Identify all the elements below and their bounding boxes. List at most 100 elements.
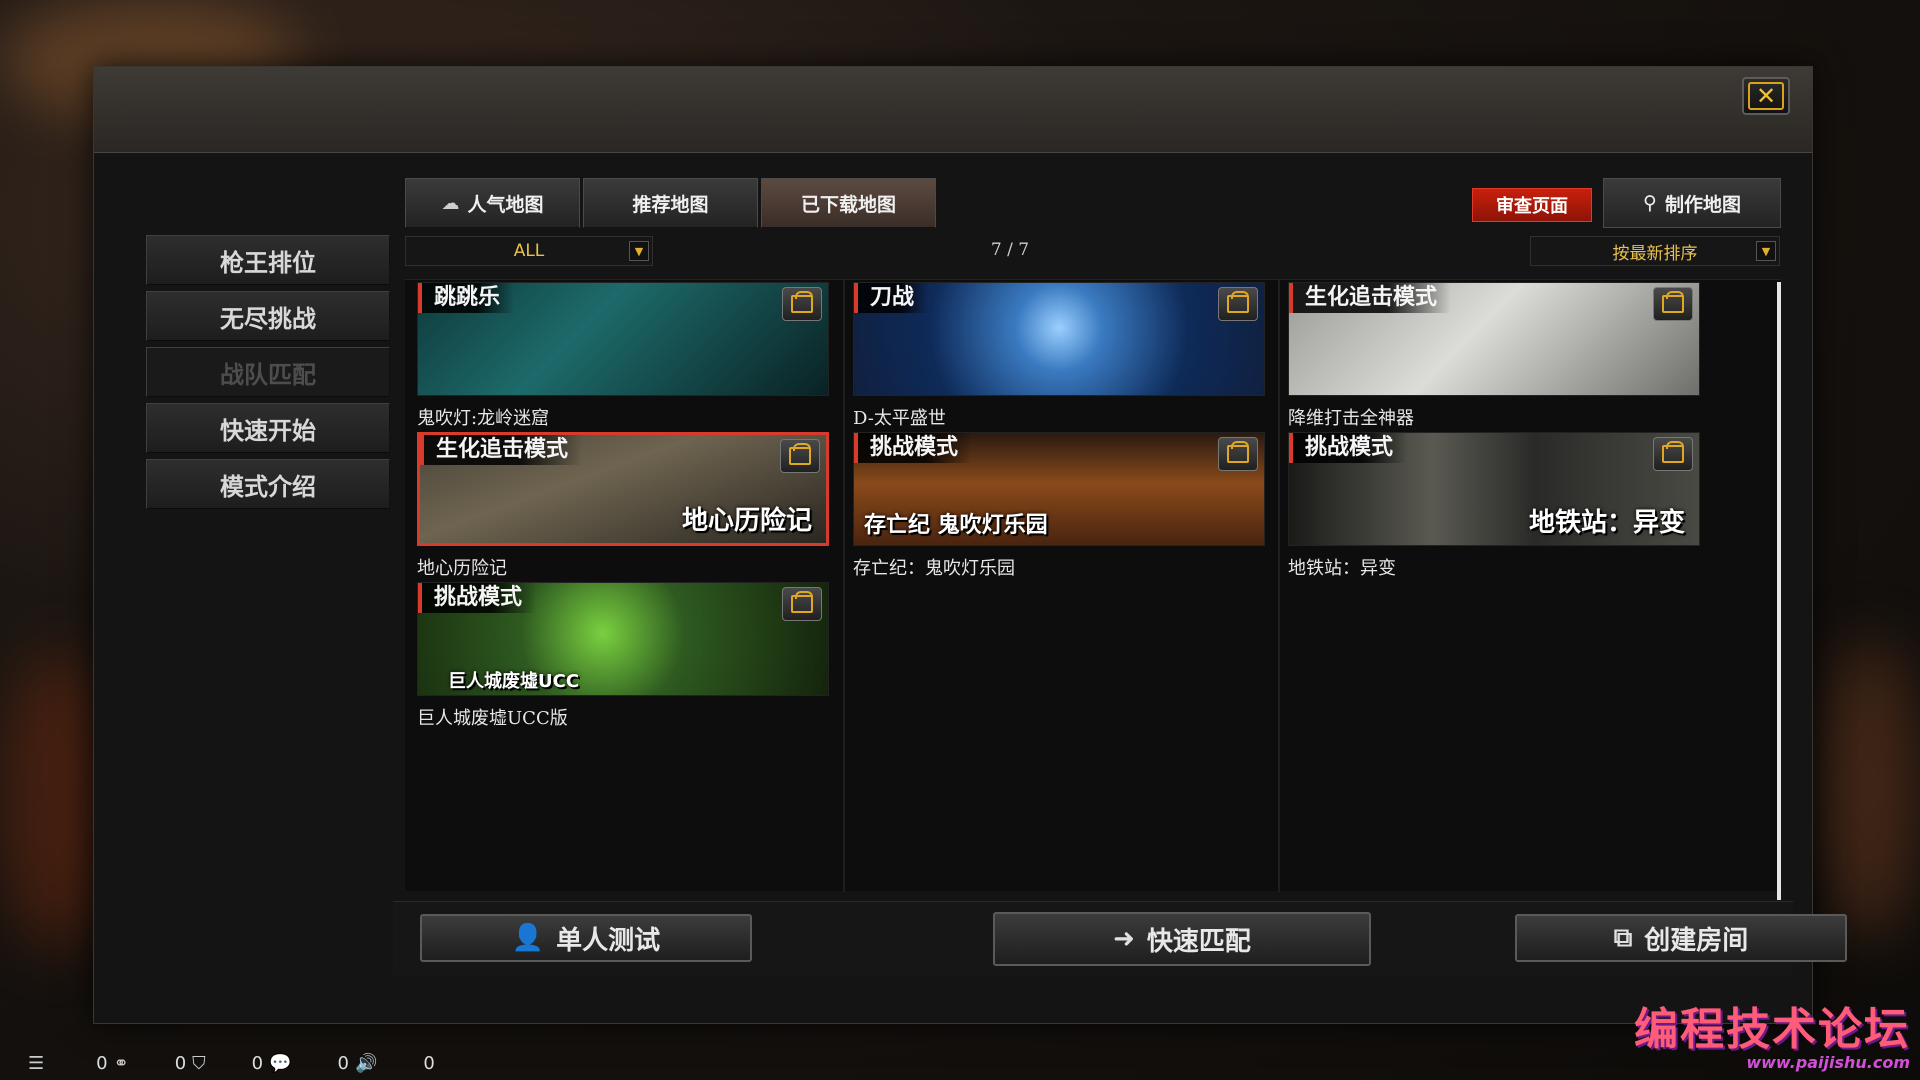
map-mode-tag: 跳跳乐 — [418, 283, 515, 313]
person-icon: 👤 — [511, 923, 545, 953]
tab-label: 推荐地图 — [632, 193, 709, 216]
scrollbar[interactable] — [1777, 282, 1781, 900]
status-item[interactable]: 0 💬 — [252, 1053, 292, 1074]
close-icon: ✕ — [1748, 82, 1784, 110]
map-tabs: ☁ 人气地图 推荐地图 已下载地图 — [405, 178, 936, 228]
chevron-down-icon: ▼ — [629, 241, 649, 261]
quick-match-button[interactable]: ➜ 快速匹配 — [993, 912, 1371, 966]
speaker-icon: 🔊 — [354, 1052, 378, 1074]
map-panel: ☁ 人气地图 推荐地图 已下载地图 审查页面 ⚲ 制作地图 ALL ▼ 7 / … — [393, 178, 1847, 998]
dialog-header: ✕ — [94, 67, 1812, 153]
lock-icon[interactable] — [1653, 287, 1693, 321]
side-item-mode-intro[interactable]: 模式介绍 — [146, 459, 390, 509]
sort-select[interactable]: 按最新排序 ▼ — [1530, 236, 1780, 266]
map-card[interactable]: 挑战模式 巨人城废墟UCC 巨人城废墟UCC版 — [417, 582, 829, 730]
side-item-team-match: 战队匹配 — [146, 347, 390, 397]
map-thumbnail: 跳跳乐 — [417, 282, 829, 396]
map-thumbnail-caption: 巨人城废墟UCC — [448, 671, 580, 692]
close-button[interactable]: ✕ — [1742, 77, 1790, 115]
forum-watermark: 编程技术论坛 www.paijishu.com — [1634, 993, 1910, 1072]
map-name: 降维打击全神器 — [1288, 408, 1414, 429]
status-item[interactable]: 0 ⚭ — [96, 1053, 129, 1074]
status-count: 0 — [337, 1052, 349, 1074]
lock-icon[interactable] — [780, 439, 820, 473]
map-mode-tag: 挑战模式 — [418, 583, 537, 613]
sort-value: 按最新排序 — [1612, 243, 1698, 264]
map-mode-tag: 生化追击模式 — [1289, 283, 1452, 313]
map-mode-tag: 生化追击模式 — [420, 435, 583, 465]
map-name: 地铁站：异变 — [1288, 558, 1396, 579]
map-card[interactable]: 挑战模式 存亡纪 鬼吹灯乐园 存亡纪：鬼吹灯乐园 — [853, 432, 1265, 580]
magnifier-icon: ⚲ — [1643, 192, 1657, 214]
map-thumbnail-caption: 存亡纪 鬼吹灯乐园 — [864, 513, 1048, 538]
menu-list-icon[interactable]: ☰ — [28, 1053, 44, 1074]
arrow-right-icon: ➜ — [1113, 924, 1135, 954]
map-selection-dialog: ✕ 枪王排位 无尽挑战 战队匹配 快速开始 模式介绍 ☁ 人气地图 推荐地图 已… — [93, 66, 1847, 1024]
lock-icon[interactable] — [1218, 287, 1258, 321]
map-thumbnail: 刀战 — [853, 282, 1265, 396]
map-thumbnail: 挑战模式 地铁站：异变 — [1288, 432, 1700, 546]
filter-select[interactable]: ALL ▼ — [405, 236, 653, 266]
column-divider — [843, 280, 845, 892]
map-mode-tag: 挑战模式 — [1289, 433, 1408, 463]
lock-icon[interactable] — [1218, 437, 1258, 471]
status-item[interactable]: 0 🔊 — [338, 1053, 378, 1074]
status-item[interactable]: 0 — [423, 1053, 434, 1074]
make-map-button[interactable]: ⚲ 制作地图 — [1603, 178, 1781, 228]
column-divider — [1278, 280, 1280, 892]
status-count: 0 — [96, 1052, 108, 1074]
lock-icon[interactable] — [782, 587, 822, 621]
create-room-button[interactable]: ⧉ 创建房间 — [1515, 914, 1847, 962]
side-item-gun-king-ranking[interactable]: 枪王排位 — [146, 235, 390, 285]
tab-recommended-maps[interactable]: 推荐地图 — [583, 178, 758, 228]
create-room-label: 创建房间 — [1644, 925, 1749, 956]
chat-icon: 💬 — [269, 1052, 292, 1074]
status-count: 0 — [174, 1052, 187, 1074]
map-card[interactable]: 刀战 D-太平盛世 — [853, 282, 1265, 430]
shield-icon: ⛉ — [192, 1052, 206, 1074]
map-grid: 跳跳乐 鬼吹灯:龙岭迷窟 刀战 D-太平盛世 生化追击模式 降维打击全神器 生化… — [405, 279, 1781, 900]
map-thumbnail-caption: 地铁站：异变 — [1528, 508, 1685, 538]
tab-popular-maps[interactable]: ☁ 人气地图 — [405, 178, 580, 228]
create-room-icon: ⧉ — [1613, 922, 1633, 953]
solo-test-label: 单人测试 — [556, 925, 661, 956]
map-card-selected[interactable]: 生化追击模式 地心历险记 地心历险记 — [417, 432, 829, 580]
tab-label: 已下载地图 — [800, 193, 896, 216]
map-name: 巨人城废墟UCC版 — [417, 708, 568, 729]
map-card[interactable]: 挑战模式 地铁站：异变 地铁站：异变 — [1288, 432, 1700, 580]
filter-value: ALL — [513, 241, 545, 261]
lock-icon[interactable] — [1653, 437, 1693, 471]
chevron-down-icon: ▼ — [1756, 241, 1776, 261]
review-page-button[interactable]: 审查页面 — [1472, 188, 1592, 222]
map-card[interactable]: 跳跳乐 鬼吹灯:龙岭迷窟 — [417, 282, 829, 430]
status-item[interactable]: 0 ⛉ — [175, 1053, 206, 1074]
tab-label: 人气地图 — [467, 193, 544, 216]
quick-match-label: 快速匹配 — [1146, 926, 1251, 957]
action-bar: 👤 单人测试 ➜ 快速匹配 ⧉ 创建房间 — [393, 901, 1847, 975]
status-count: 0 — [251, 1052, 264, 1074]
map-thumbnail: 挑战模式 巨人城废墟UCC — [417, 582, 829, 696]
solo-test-button[interactable]: 👤 单人测试 — [420, 914, 752, 962]
side-item-endless-challenge[interactable]: 无尽挑战 — [146, 291, 390, 341]
side-item-quick-start[interactable]: 快速开始 — [146, 403, 390, 453]
map-name: 鬼吹灯:龙岭迷窟 — [417, 408, 550, 429]
status-count: 0 — [423, 1052, 435, 1074]
lock-icon[interactable] — [782, 287, 822, 321]
map-thumbnail: 挑战模式 存亡纪 鬼吹灯乐园 — [853, 432, 1265, 546]
map-name: 地心历险记 — [417, 558, 507, 579]
popular-icon: ☁ — [441, 192, 460, 214]
map-mode-tag: 挑战模式 — [854, 433, 973, 463]
map-card[interactable]: 生化追击模式 降维打击全神器 — [1288, 282, 1700, 430]
background-glow — [1820, 640, 1920, 940]
status-bar: ☰ 0 ⚭ 0 ⛉ 0 💬 0 🔊 0 — [28, 1046, 458, 1080]
watermark-title: 编程技术论坛 — [1634, 1004, 1910, 1055]
map-thumbnail: 生化追击模式 — [1288, 282, 1700, 396]
page-indicator: 7 / 7 — [990, 240, 1030, 260]
map-name: D-太平盛世 — [853, 408, 946, 429]
side-menu: 枪王排位 无尽挑战 战队匹配 快速开始 模式介绍 — [146, 235, 390, 515]
make-map-label: 制作地图 — [1664, 193, 1741, 216]
binoculars-icon: ⚭ — [113, 1052, 129, 1074]
map-name: 存亡纪：鬼吹灯乐园 — [853, 558, 1015, 579]
map-thumbnail: 生化追击模式 地心历险记 — [417, 432, 829, 546]
tab-downloaded-maps[interactable]: 已下载地图 — [761, 178, 936, 228]
